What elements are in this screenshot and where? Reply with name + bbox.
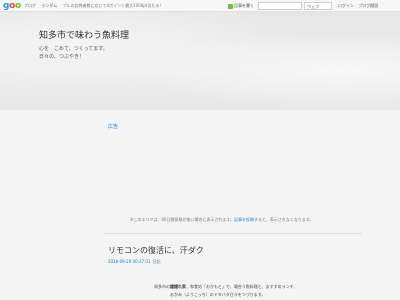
post-line1-bold: 鐘鐘れ家 <box>170 284 186 289</box>
nav-item-random[interactable]: ランダム <box>41 3 57 8</box>
open-blog-link[interactable]: ブログ開設 <box>358 3 378 8</box>
blog-header: 知多市で味わう魚料理 心を こめて、つくってます。 日々の、つぶやき！ <box>0 12 400 110</box>
post-title[interactable]: リモコンの復活に、汗ダク <box>108 245 204 256</box>
login-link[interactable]: ログイン <box>338 3 354 8</box>
ad-note-prefix: ※このエリアは、90日間投稿が無い場合に表示されます。 <box>130 217 235 222</box>
top-nav: ブログ ランダム ブルの訪問者数に応じてdポイント最大1000pt当たる！ <box>24 3 167 9</box>
post-article-link[interactable]: 記事を投稿 <box>234 217 254 222</box>
ad-label: 広告 <box>108 124 119 130</box>
search-scope-select[interactable]: ウェブ <box>304 2 332 10</box>
write-post-link[interactable]: 記事を書く <box>228 3 254 9</box>
main-content: 広告 ※このエリアは、90日間投稿が無い場合に表示されます。記事を投稿すると、表… <box>0 110 400 300</box>
user-links: ログイン ブログ開設 <box>338 3 381 9</box>
search-input[interactable] <box>258 2 302 10</box>
goo-logo[interactable]: goo <box>3 1 21 11</box>
promo-text[interactable]: ブルの訪問者数に応じてdポイント最大1000pt当たる！ <box>63 3 164 8</box>
pencil-icon <box>228 3 233 9</box>
write-post-label: 記事を書く <box>234 3 254 8</box>
divider <box>104 233 362 234</box>
blog-tagline-1: 心を こめて、つくってます。 <box>39 46 108 52</box>
top-bar: goo ブログ ランダム ブルの訪問者数に応じてdポイント最大1000pt当たる… <box>0 0 400 12</box>
blog-title[interactable]: 知多市で味わう魚料理 <box>39 28 129 41</box>
post-line1-suffix: 、和食処「おかもと」で、場合う魚料理と、おすすめランチ、 <box>186 284 298 289</box>
post-meta: 2018-09-29 00:37:01 日記 <box>108 259 160 265</box>
post-category-link[interactable]: 日記 <box>152 259 160 264</box>
ad-note-suffix: すると、表示されなくなります。 <box>254 217 314 222</box>
post-date: 2018-09-29 00:37:01 <box>108 259 151 264</box>
post-body-line-2: おかみ（ようこっち）のドタバタ日々をつづります。 <box>170 292 266 297</box>
nav-item-blog[interactable]: ブログ <box>24 3 36 8</box>
post-body-line-1: 知多市の鐘鐘れ家、和食処「おかもと」で、場合う魚料理と、おすすめランチ、 <box>154 284 297 290</box>
blog-tagline-2: 日々の、つぶやき！ <box>39 54 85 60</box>
post-line1-prefix: 知多市の <box>154 284 170 289</box>
ad-note: ※このエリアは、90日間投稿が無い場合に表示されます。記事を投稿すると、表示され… <box>130 217 314 223</box>
